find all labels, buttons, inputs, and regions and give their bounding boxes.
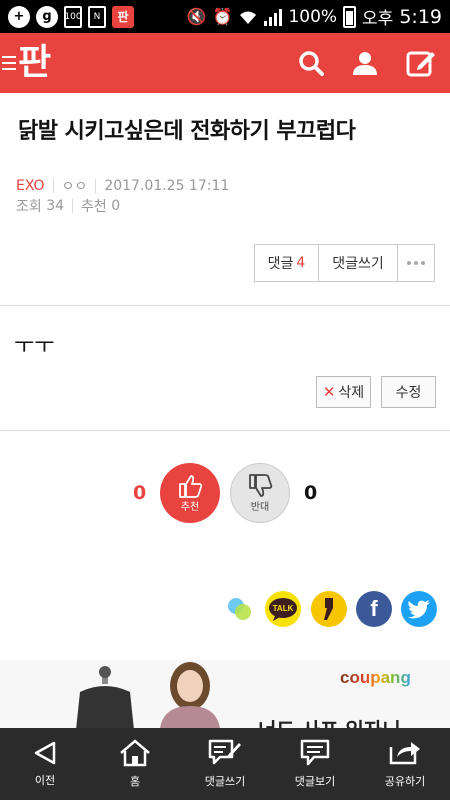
twitter-icon xyxy=(407,600,430,619)
comment-view-icon xyxy=(300,739,330,766)
nav-back[interactable]: 이전 xyxy=(0,728,90,800)
alarm-icon: ⏰ xyxy=(212,7,233,26)
upvote-button[interactable]: 추천 xyxy=(160,463,220,523)
g-app-notification-icon: g xyxy=(36,5,58,28)
downvote-button[interactable]: 반대 xyxy=(230,463,290,523)
meta-separator xyxy=(52,179,54,193)
add-notification-icon: + xyxy=(8,5,30,28)
thumbs-up-icon xyxy=(179,474,203,498)
delete-x-icon: ✕ xyxy=(322,383,336,401)
clock: 5:19 xyxy=(399,5,442,28)
kakaostory-icon xyxy=(324,598,333,620)
post-meta: EXO ㅇㅇ 2017.01.25 17:11 xyxy=(16,176,229,196)
recommends-label: 추천 xyxy=(81,199,107,215)
share-twitter-button[interactable] xyxy=(401,591,437,627)
app-logo[interactable]: 판 xyxy=(18,45,51,81)
meta-separator xyxy=(72,199,74,213)
nav-share-label: 공유하기 xyxy=(384,775,426,788)
nav-share[interactable]: 공유하기 xyxy=(360,728,450,800)
nav-write-comment[interactable]: 댓글쓰기 xyxy=(180,728,270,800)
n-app-notification-icon: N xyxy=(88,5,106,28)
search-icon[interactable] xyxy=(298,50,324,76)
status-bar: + g 100 N 판 🔇 ⏰ 100% 오후 5:19 xyxy=(0,0,450,33)
menu-icon[interactable] xyxy=(2,52,16,74)
pann-notification-icon: 판 xyxy=(112,5,134,28)
compose-icon[interactable] xyxy=(406,48,436,78)
kakaotalk-icon: TALK xyxy=(269,598,297,621)
comment-count-button[interactable]: 댓글 4 xyxy=(255,245,319,281)
nav-write-comment-label: 댓글쓰기 xyxy=(204,775,246,788)
delete-button[interactable]: ✕ 삭제 xyxy=(316,376,371,408)
battery-notification-icon: 100 xyxy=(64,5,82,28)
mute-icon: 🔇 xyxy=(186,7,207,26)
section-divider xyxy=(0,430,450,431)
edit-button[interactable]: 수정 xyxy=(381,376,436,408)
battery-percent: 100% xyxy=(288,6,338,27)
bottom-nav: 이전 홈 댓글쓰기 댓글보기 공유하기 xyxy=(0,728,450,800)
band-icon xyxy=(228,598,251,620)
comment-write-icon xyxy=(208,739,241,765)
upvote-label: 추천 xyxy=(180,501,200,513)
user-icon[interactable] xyxy=(352,50,378,76)
nav-home-label: 홈 xyxy=(129,775,141,788)
more-dots-icon xyxy=(407,261,425,265)
post-stats: 조회 34 추천 0 xyxy=(16,196,120,216)
post-datetime: 2017.01.25 17:11 xyxy=(104,178,230,194)
post-author[interactable]: ㅇㅇ xyxy=(62,176,88,196)
views-label: 조회 xyxy=(16,199,42,215)
nav-view-comments[interactable]: 댓글보기 xyxy=(270,728,360,800)
share-kakaostory-button[interactable] xyxy=(311,591,347,627)
comment-count: 4 xyxy=(296,255,306,271)
comment-bar: 댓글 4 댓글쓰기 xyxy=(254,244,435,282)
post-body: ㅜㅜ xyxy=(14,334,55,359)
upvote-count: 0 xyxy=(133,482,147,504)
meta-separator xyxy=(95,179,97,193)
ad-headline: 너도 사포 입자니 xyxy=(258,714,401,728)
wifi-icon xyxy=(240,11,257,24)
app-bar: 판 xyxy=(0,33,450,93)
share-facebook-button[interactable]: f xyxy=(356,591,392,627)
home-icon xyxy=(120,739,150,767)
facebook-icon: f xyxy=(370,596,378,621)
nav-view-comments-label: 댓글보기 xyxy=(294,775,336,788)
downvote-label: 반대 xyxy=(250,501,270,513)
share-band-button[interactable] xyxy=(222,591,258,627)
thumbs-down-icon xyxy=(249,473,273,497)
signal-icon xyxy=(264,8,283,26)
time-ampm: 오후 xyxy=(362,9,394,29)
post-category[interactable]: EXO xyxy=(16,178,45,194)
ad-banner[interactable]: coupang 너도 사포 입자니 xyxy=(0,660,450,728)
nav-home[interactable]: 홈 xyxy=(90,728,180,800)
views-count: 34 xyxy=(46,198,65,214)
battery-icon xyxy=(343,5,357,28)
share-icon xyxy=(389,742,420,765)
back-arrow-icon xyxy=(34,741,56,765)
comment-label: 댓글 xyxy=(267,256,294,272)
delete-label: 삭제 xyxy=(338,385,365,401)
recommends-count: 0 xyxy=(111,198,121,214)
ad-brand-logo: coupang xyxy=(340,668,411,687)
share-kakaotalk-button[interactable]: TALK xyxy=(265,591,301,627)
post-title: 닭발 시키고싶은데 전화하기 부끄럽다 xyxy=(18,119,356,144)
ad-model-image xyxy=(160,662,220,728)
kakaotalk-label: TALK xyxy=(273,604,294,613)
write-comment-button[interactable]: 댓글쓰기 xyxy=(319,245,398,281)
ad-sweater-image xyxy=(76,666,134,728)
section-divider xyxy=(0,305,450,306)
nav-back-label: 이전 xyxy=(34,774,56,787)
more-options-button[interactable] xyxy=(398,245,434,281)
downvote-count: 0 xyxy=(304,482,318,504)
